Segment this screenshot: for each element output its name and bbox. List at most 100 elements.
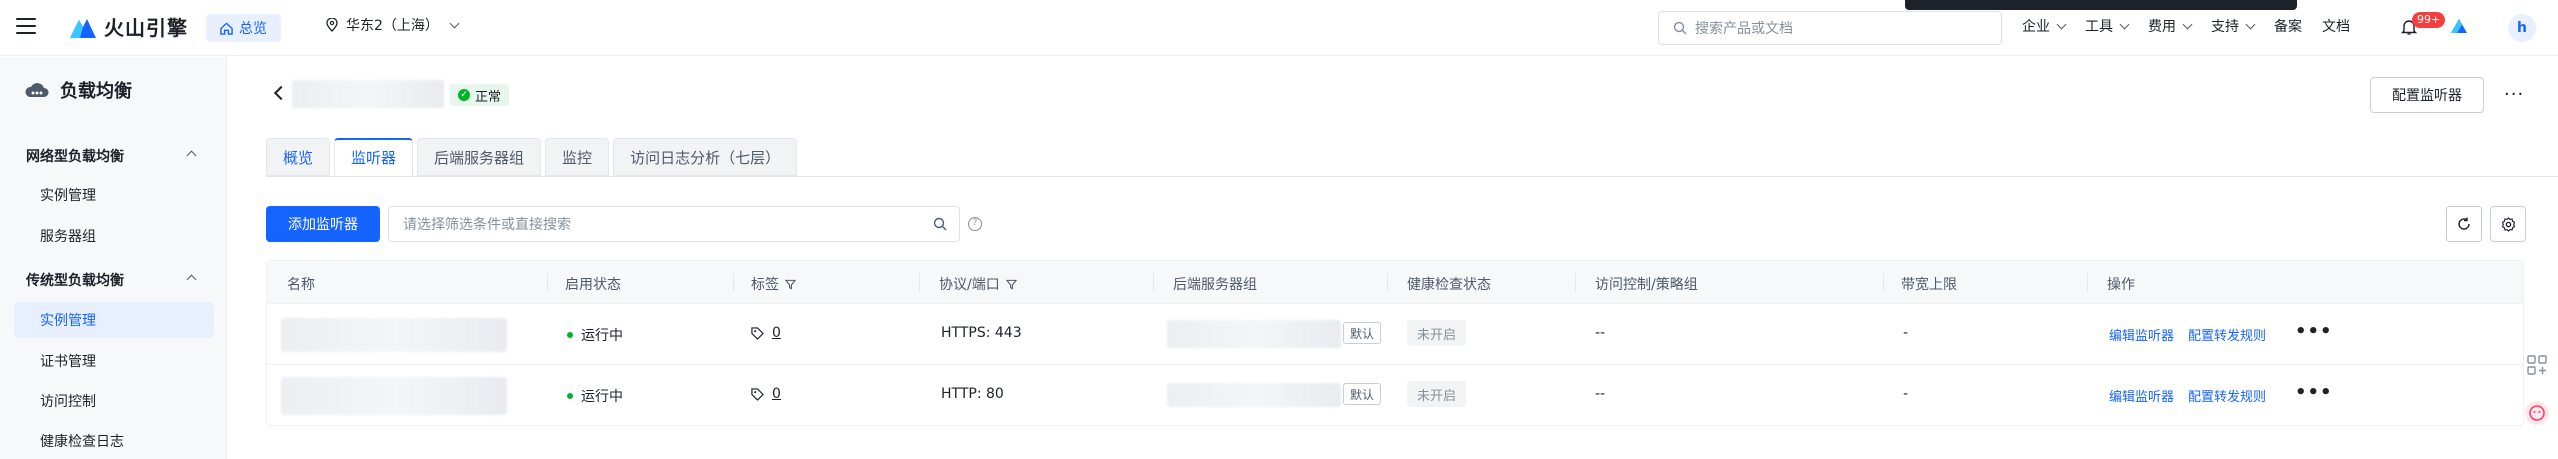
nav-tools-label: 工具 [2085,19,2113,35]
table-row: 运行中 0 HTTP: 80 默认 未开启 -- - 编辑监听器 配置转发规则 … [267,364,2523,425]
nav-filing-label: 备案 [2274,19,2302,35]
sidebar-item-server-groups[interactable]: 服务器组 [14,218,214,254]
apps-grid-icon[interactable] [2524,352,2550,378]
default-badge: 默认 [1343,383,1382,405]
refresh-button[interactable] [2446,206,2482,242]
configure-rules-link[interactable]: 配置转发规则 [2188,325,2266,344]
nav-support[interactable]: 支持 [2211,16,2256,36]
tag-count[interactable]: 0 [772,386,781,402]
tab-overview[interactable]: 概览 [266,138,331,176]
home-button[interactable]: 总览 [206,14,281,42]
brand-name: 火山引擎 [104,16,188,40]
nav-docs[interactable]: 文档 [2322,16,2350,36]
notification-strip [1905,0,2297,10]
tab-listeners[interactable]: 监听器 [334,138,414,176]
region-label: 华东2（上海） [346,18,439,34]
protocol-cell: HTTPS: 443 [941,325,1022,341]
home-icon [220,21,233,35]
status-label: 正常 [475,89,502,105]
listener-name-redacted [281,377,507,415]
filter-placeholder: 请选择筛选条件或直接搜索 [403,217,571,233]
col-backend-group: 后端服务器组 [1173,277,1257,293]
col-protocol-label: 协议/端口 [939,277,1000,293]
sidebar-title-label: 负载均衡 [60,81,132,102]
global-search-input[interactable]: 搜索产品或文档 [1658,11,2002,45]
search-icon[interactable] [933,217,947,231]
default-tag: 默认 [1343,383,1382,405]
avatar[interactable]: h [2508,14,2536,42]
top-bar: 火山引擎 总览 华东2（上海） 搜索产品或文档 企业 工具 费用 支持 备案 文… [0,0,2558,56]
col-acl: 访问控制/策略组 [1595,277,1698,293]
back-icon[interactable] [273,85,289,101]
acl-cell: -- [1595,386,1606,402]
tab-backend-server-groups[interactable]: 后端服务器组 [417,138,542,176]
menu-icon[interactable] [16,18,36,36]
settings-button[interactable] [2490,206,2526,242]
sidebar-item-instances-classic[interactable]: 实例管理 [14,302,214,338]
filter-search-input[interactable]: 请选择筛选条件或直接搜索 [388,206,960,242]
nav-filing[interactable]: 备案 [2274,16,2302,36]
status-cell: 运行中 [567,325,623,345]
row-more-icon[interactable]: ••• [2295,382,2333,403]
add-listener-button[interactable]: 添加监听器 [266,206,380,242]
col-protocol-port: 协议/端口 [939,274,1017,294]
col-bandwidth: 带宽上限 [1901,277,1957,293]
sidebar: 负载均衡 网络型负载均衡 实例管理 服务器组 传统型负载均衡 实例管理 证书管理… [0,57,227,459]
row-more-icon[interactable]: ••• [2295,321,2333,342]
configure-listener-button[interactable]: 配置监听器 [2370,77,2484,113]
column-divider [1153,273,1154,291]
filter-icon[interactable] [785,279,796,290]
col-actions: 操作 [2107,277,2135,293]
assistant-icon[interactable] [2524,400,2550,426]
chevron-down-icon [449,18,460,28]
edit-listener-link[interactable]: 编辑监听器 [2109,325,2174,344]
tag-count[interactable]: 0 [772,325,781,341]
tags-cell[interactable]: 0 [751,386,781,402]
sidebar-item-access-control[interactable]: 访问控制 [14,383,214,419]
location-pin-icon [326,18,338,32]
column-divider [1883,273,1884,291]
health-off-tag: 未开启 [1407,320,1467,346]
status-text: 运行中 [581,328,623,344]
tags-cell[interactable]: 0 [751,325,781,341]
health-cell: 未开启 [1407,381,1467,407]
chevron-down-icon [2056,19,2067,29]
nav-billing[interactable]: 费用 [2148,16,2193,36]
protocol-cell: HTTP: 80 [941,386,1004,402]
table-header: 名称 启用状态 标签 协议/端口 后端服务器组 健康检查状态 访问控制/策略组 … [267,261,2523,303]
search-icon [1673,21,1687,35]
chevron-down-icon [2182,19,2193,29]
tag-icon [751,387,764,401]
tag-icon [751,326,764,340]
listener-table: 名称 启用状态 标签 协议/端口 后端服务器组 健康检查状态 访问控制/策略组 … [266,260,2524,426]
nav-support-label: 支持 [2211,19,2239,35]
column-divider [1387,273,1388,291]
nav-tools[interactable]: 工具 [2085,16,2130,36]
chevron-up-icon[interactable] [186,274,197,285]
sidebar-group-network-lb[interactable]: 网络型负载均衡 [26,146,124,166]
sidebar-item-health-logs[interactable]: 健康检查日志 [14,423,214,459]
tab-monitoring[interactable]: 监控 [545,138,610,176]
edit-listener-link[interactable]: 编辑监听器 [2109,386,2174,405]
chevron-up-icon[interactable] [186,150,197,161]
tab-access-log-analysis[interactable]: 访问日志分析（七层） [613,138,798,176]
nav-enterprise-label: 企业 [2022,19,2050,35]
nav-docs-label: 文档 [2322,19,2350,35]
column-divider [733,273,734,291]
refresh-icon [2458,217,2470,230]
sidebar-item-certificates[interactable]: 证书管理 [14,343,214,379]
filter-icon[interactable] [1005,279,1017,290]
more-icon[interactable]: ··· [2504,84,2524,105]
tab-divider [266,176,2558,177]
configure-rules-link[interactable]: 配置转发规则 [2188,386,2266,405]
sidebar-group-classic-lb[interactable]: 传统型负载均衡 [26,270,124,290]
sidebar-item-instances-network[interactable]: 实例管理 [14,177,214,213]
help-icon[interactable]: ? [968,217,982,231]
global-search-placeholder: 搜索产品或文档 [1695,21,1793,37]
actions-cell: 编辑监听器 配置转发规则 [2109,386,2266,405]
backend-group-redacted [1167,320,1341,348]
region-selector[interactable]: 华东2（上海） [326,15,460,35]
cloud-icon[interactable] [2448,16,2470,38]
nav-enterprise[interactable]: 企业 [2022,16,2067,36]
brand-logo[interactable]: 火山引擎 [68,12,188,41]
